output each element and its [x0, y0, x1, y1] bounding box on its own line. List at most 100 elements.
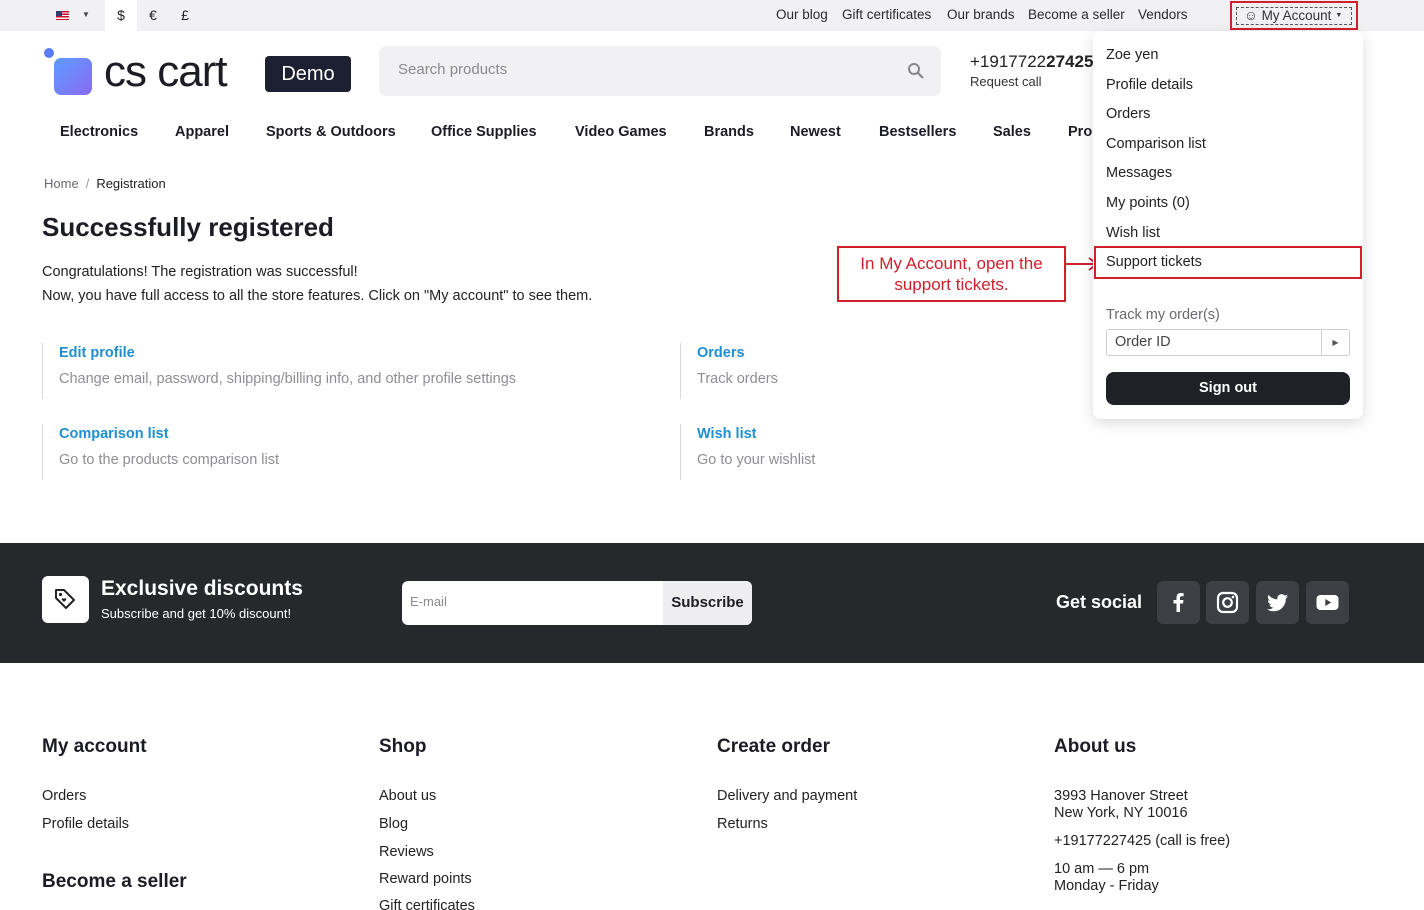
dropdown-comparison-list[interactable]: Comparison list	[1106, 136, 1206, 152]
facebook-icon[interactable]	[1157, 581, 1200, 624]
newsletter-band: Exclusive discounts Subscribe and get 10…	[0, 543, 1424, 663]
footer-my-account-title: My account	[42, 736, 147, 757]
subscribe-button[interactable]: Subscribe	[663, 581, 752, 625]
currency-usd[interactable]: $	[105, 0, 137, 31]
success-message-line2: Now, you have full access to all the sto…	[42, 288, 593, 304]
footer-link-orders[interactable]: Orders	[42, 788, 86, 804]
dropdown-wish-list[interactable]: Wish list	[1106, 225, 1160, 241]
request-call-link[interactable]: Request call	[970, 74, 1042, 89]
footer-phone[interactable]: +19177227425 (call is free)	[1054, 833, 1230, 849]
discount-tag-icon	[42, 576, 89, 623]
sign-out-button[interactable]: Sign out	[1106, 372, 1350, 405]
breadcrumb: Home / Registration	[44, 176, 166, 191]
footer-about-title: About us	[1054, 736, 1137, 757]
card-orders: Orders Track orders	[680, 343, 1080, 399]
nav-office-supplies[interactable]: Office Supplies	[431, 124, 537, 140]
nav-brands[interactable]: Brands	[704, 124, 754, 140]
my-account-label: My Account	[1261, 8, 1332, 23]
footer-days: Monday - Friday	[1054, 878, 1159, 894]
edit-profile-link[interactable]: Edit profile	[59, 345, 602, 361]
footer-link-delivery-payment[interactable]: Delivery and payment	[717, 788, 857, 804]
youtube-icon[interactable]	[1306, 581, 1349, 624]
nav-apparel[interactable]: Apparel	[175, 124, 229, 140]
card-description: Track orders	[697, 371, 778, 387]
phone-number: +191772227425	[970, 52, 1094, 71]
card-comparison-list: Comparison list Go to the products compa…	[42, 424, 602, 480]
footer-address-line1: 3993 Hanover Street	[1054, 788, 1188, 804]
page-title: Successfully registered	[42, 212, 334, 242]
newsletter-form: Subscribe	[402, 581, 752, 625]
dropdown-user-name: Zoe yen	[1106, 47, 1159, 63]
footer-hours: 10 am — 6 pm	[1054, 861, 1150, 877]
nav-sports-outdoors[interactable]: Sports & Outdoors	[266, 124, 396, 140]
search-box	[379, 46, 941, 96]
logo-text: cs cart	[104, 47, 228, 96]
search-icon[interactable]	[907, 62, 925, 80]
nav-sales[interactable]: Sales	[993, 124, 1031, 140]
top-link-become-seller[interactable]: Become a seller	[1028, 7, 1125, 22]
account-dropdown: Zoe yen Profile details Orders Compariso…	[1093, 31, 1363, 419]
currency-eur[interactable]: €	[137, 0, 169, 31]
caret-down-icon: ▼	[82, 10, 90, 19]
card-description: Go to the products comparison list	[59, 452, 280, 468]
logo-demo-badge: Demo	[265, 56, 351, 92]
currency-gbp[interactable]: £	[169, 0, 201, 31]
instruction-annotation: In My Account, open the support tickets.	[837, 246, 1066, 302]
track-submit-icon[interactable]: ▶	[1321, 330, 1349, 355]
dropdown-support-tickets[interactable]: Support tickets	[1106, 254, 1202, 270]
success-message-line1: Congratulations! The registration was su…	[42, 264, 358, 280]
orders-link[interactable]: Orders	[697, 345, 1080, 361]
card-wish-list: Wish list Go to your wishlist	[680, 424, 1080, 480]
breadcrumb-current: Registration	[96, 176, 166, 191]
store-logo[interactable]: cs cart Demo	[42, 46, 352, 98]
caret-down-icon: ▼	[1335, 12, 1343, 20]
user-icon: ☺	[1244, 8, 1258, 23]
comparison-list-link[interactable]: Comparison list	[59, 426, 602, 442]
card-description: Change email, password, shipping/billing…	[59, 371, 517, 387]
top-link-blog[interactable]: Our blog	[776, 7, 828, 22]
logo-square	[54, 58, 92, 95]
language-selector[interactable]: ▼	[48, 6, 100, 24]
logo-dot	[44, 48, 54, 58]
my-account-button[interactable]: ☺ My Account ▼	[1230, 1, 1358, 30]
dropdown-profile-details[interactable]: Profile details	[1106, 77, 1193, 93]
wish-list-link[interactable]: Wish list	[697, 426, 1080, 442]
footer-link-about-us[interactable]: About us	[379, 788, 436, 804]
search-input[interactable]	[398, 61, 878, 78]
footer-link-returns[interactable]: Returns	[717, 816, 768, 832]
footer-link-reward-points[interactable]: Reward points	[379, 871, 472, 887]
nav-newest[interactable]: Newest	[790, 124, 841, 140]
footer-link-blog[interactable]: Blog	[379, 816, 408, 832]
footer-become-seller-title[interactable]: Become a seller	[42, 871, 187, 893]
card-description: Go to your wishlist	[697, 452, 816, 468]
top-link-gift-certificates[interactable]: Gift certificates	[842, 7, 931, 22]
footer-link-gift-certificates[interactable]: Gift certificates	[379, 898, 475, 910]
nav-video-games[interactable]: Video Games	[575, 124, 667, 140]
top-link-brands[interactable]: Our brands	[947, 7, 1015, 22]
email-input[interactable]	[410, 594, 650, 609]
footer-address-line2: New York, NY 10016	[1054, 805, 1188, 821]
dropdown-orders[interactable]: Orders	[1106, 106, 1150, 122]
breadcrumb-home[interactable]: Home	[44, 176, 79, 191]
dropdown-my-points[interactable]: My points (0)	[1106, 195, 1190, 211]
get-social-label: Get social	[1056, 592, 1143, 612]
dropdown-messages[interactable]: Messages	[1106, 165, 1172, 181]
discounts-title: Exclusive discounts	[101, 577, 303, 600]
breadcrumb-separator: /	[85, 176, 90, 191]
nav-electronics[interactable]: Electronics	[60, 124, 138, 140]
nav-bestsellers[interactable]: Bestsellers	[879, 124, 956, 140]
order-id-field: ▶	[1106, 329, 1350, 356]
nav-promotions[interactable]: Pro	[1068, 124, 1092, 140]
order-id-input[interactable]	[1115, 334, 1315, 350]
footer-link-reviews[interactable]: Reviews	[379, 844, 434, 860]
twitter-icon[interactable]	[1256, 581, 1299, 624]
track-orders-label: Track my order(s)	[1106, 307, 1220, 323]
discounts-subtitle: Subscribe and get 10% discount!	[101, 606, 292, 621]
footer-create-order-title: Create order	[717, 736, 830, 757]
top-link-vendors[interactable]: Vendors	[1138, 7, 1188, 22]
card-edit-profile: Edit profile Change email, password, shi…	[42, 343, 602, 399]
instagram-icon[interactable]	[1206, 581, 1249, 624]
us-flag-icon	[56, 11, 69, 20]
footer-shop-title: Shop	[379, 736, 427, 757]
footer-link-profile-details[interactable]: Profile details	[42, 816, 129, 832]
